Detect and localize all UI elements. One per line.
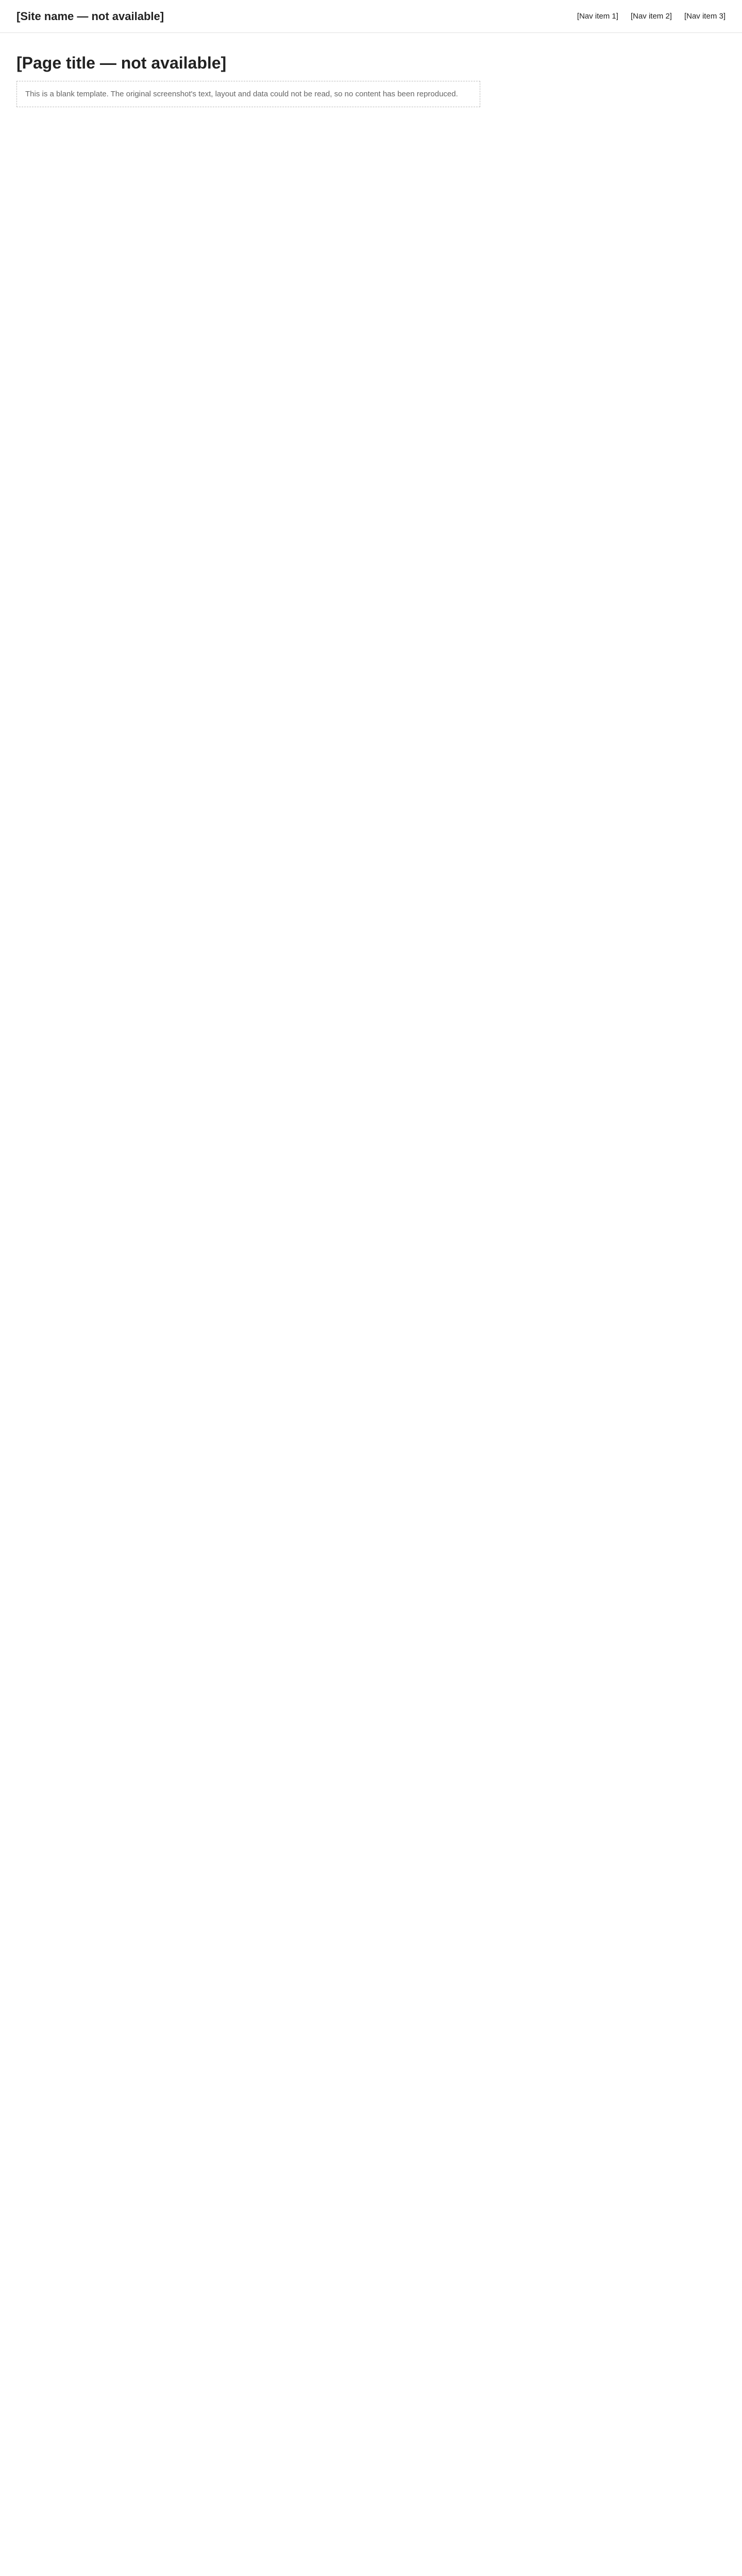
nav-item[interactable]: [Nav item 3] xyxy=(684,12,726,21)
site-brand[interactable]: [Site name — not available] xyxy=(16,10,164,23)
nav-item[interactable]: [Nav item 1] xyxy=(577,12,618,21)
page-title: [Page title — not available] xyxy=(16,54,227,72)
placeholder-note: This is a blank template. The original s… xyxy=(16,81,480,107)
main-nav: [Nav item 1] [Nav item 2] [Nav item 3] xyxy=(577,12,726,21)
nav-item[interactable]: [Nav item 2] xyxy=(631,12,672,21)
page: [Site name — not available] [Nav item 1]… xyxy=(0,0,742,128)
top-bar: [Site name — not available] [Nav item 1]… xyxy=(0,0,742,33)
main-content: [Page title — not available] This is a b… xyxy=(0,33,742,128)
